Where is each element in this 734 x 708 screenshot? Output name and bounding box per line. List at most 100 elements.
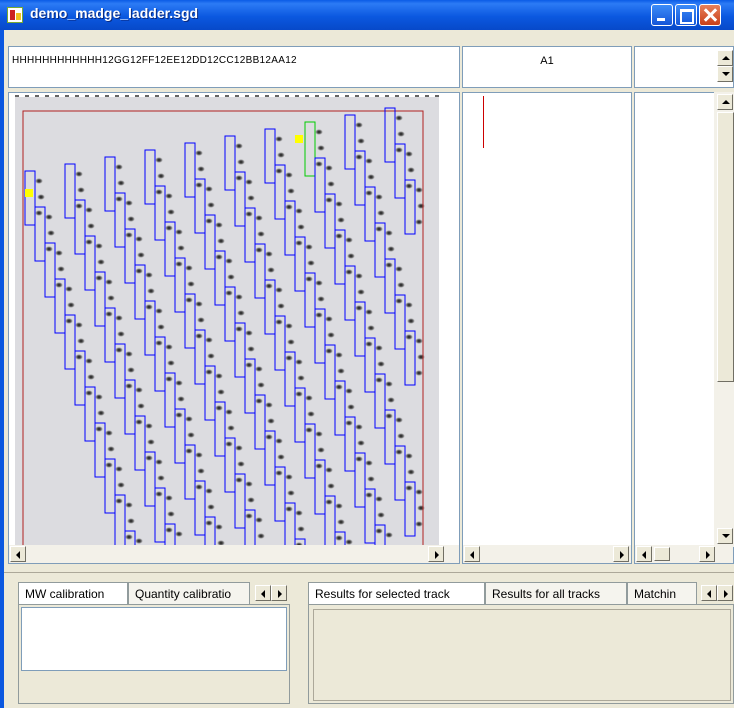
- gel-band: [335, 503, 343, 509]
- gel-band: [267, 418, 275, 424]
- tab-matching[interactable]: Matchin: [627, 582, 697, 605]
- gel-band: [267, 267, 275, 273]
- gel-band: [415, 338, 423, 344]
- scroll-left-icon[interactable]: [464, 546, 480, 562]
- gel-band: [355, 122, 363, 128]
- gel-band: [315, 431, 323, 437]
- gel-band: [325, 165, 333, 171]
- gel-band: [107, 446, 115, 452]
- gel-band: [237, 159, 245, 165]
- gel-band: [105, 430, 113, 436]
- gel-band: [265, 251, 273, 257]
- scroll-up-icon[interactable]: [717, 94, 733, 110]
- gel-band: [125, 200, 133, 206]
- gel-band: [157, 475, 165, 481]
- gel-band: [255, 215, 263, 221]
- gel-band: [117, 331, 125, 337]
- gel-band: [405, 302, 413, 308]
- scroll-down-icon[interactable]: [717, 528, 733, 544]
- gel-band: [255, 366, 263, 372]
- tab-scroll-right-icon[interactable]: [717, 585, 733, 601]
- tab-quantity-calibration[interactable]: Quantity calibratio: [128, 582, 250, 605]
- gel-band: [165, 193, 173, 199]
- gel-band: [125, 534, 133, 540]
- gel-band: [385, 413, 393, 419]
- gel-band: [85, 390, 93, 396]
- gel-band: [125, 351, 133, 357]
- gel-band: [335, 233, 343, 239]
- gel-band: [257, 533, 265, 539]
- gel-band: [365, 309, 373, 315]
- scroll-up-icon[interactable]: [717, 50, 733, 66]
- app-icon[interactable]: [7, 7, 23, 23]
- tab-mw-calibration[interactable]: MW calibration: [18, 582, 128, 605]
- gel-band: [225, 409, 233, 415]
- minimize-icon[interactable]: [651, 4, 673, 26]
- splitter[interactable]: [4, 572, 734, 573]
- gel-band: [295, 391, 303, 397]
- gel-band: [115, 315, 123, 321]
- gel-band: [215, 373, 223, 379]
- trace-hscroll[interactable]: [463, 545, 631, 563]
- tab-label: Results for all tracks: [492, 587, 601, 601]
- scroll-right-icon[interactable]: [699, 546, 715, 562]
- gel-band: [165, 225, 173, 231]
- gel-band: [237, 461, 245, 467]
- gel-band: [195, 333, 203, 339]
- tab-scroll-left-icon[interactable]: [701, 585, 717, 601]
- gel-band: [395, 449, 403, 455]
- gel-band: [75, 171, 83, 177]
- gel-band: [145, 304, 153, 310]
- mw-calibration-list[interactable]: [21, 607, 287, 671]
- tab-scroll-left-icon[interactable]: [255, 585, 271, 601]
- gel-image[interactable]: [9, 93, 460, 564]
- scroll-down-icon[interactable]: [717, 66, 733, 82]
- gel-band: [195, 150, 203, 156]
- gel-band: [95, 275, 103, 281]
- maximize-icon[interactable]: [675, 4, 697, 26]
- gel-band: [155, 189, 163, 195]
- gel-band: [265, 283, 273, 289]
- hscroll-thumb[interactable]: [654, 547, 670, 561]
- scroll-left-icon[interactable]: [636, 546, 652, 562]
- tab-label: Matchin: [634, 587, 677, 601]
- gel-band: [335, 384, 343, 390]
- gel-band: [135, 268, 143, 274]
- gel-band: [65, 286, 73, 292]
- vscroll-thumb[interactable]: [717, 112, 734, 382]
- gel-band: [345, 388, 353, 394]
- gel-band: [397, 433, 405, 439]
- gel-band: [415, 489, 423, 495]
- scroll-right-icon[interactable]: [613, 546, 629, 562]
- gel-band: [205, 520, 213, 526]
- gel-image-pane[interactable]: [8, 92, 460, 564]
- tab-results-selected-track[interactable]: Results for selected track: [308, 582, 485, 605]
- gel-band: [127, 367, 135, 373]
- tab-scroll-right-icon[interactable]: [271, 585, 287, 601]
- mw-calibration-panel: [18, 604, 290, 704]
- gel-band: [87, 374, 95, 380]
- gel-band: [205, 218, 213, 224]
- tab-results-all-tracks[interactable]: Results for all tracks: [485, 582, 627, 605]
- lane-marker: [295, 135, 303, 143]
- gel-hscroll[interactable]: [9, 545, 459, 563]
- gel-band: [305, 244, 313, 250]
- gel-band: [245, 179, 253, 185]
- gel-band: [187, 432, 195, 438]
- gel-band: [275, 319, 283, 325]
- gel-band: [265, 434, 273, 440]
- gel-band: [35, 210, 43, 216]
- gel-band: [255, 398, 263, 404]
- scroll-right-icon[interactable]: [428, 546, 444, 562]
- gel-band: [407, 318, 415, 324]
- lane-marker: [25, 189, 33, 197]
- densitometry-trace-pane[interactable]: [462, 92, 632, 564]
- gel-band: [357, 138, 365, 144]
- gel-band: [185, 448, 193, 454]
- scroll-left-icon[interactable]: [10, 546, 26, 562]
- gel-band: [417, 203, 425, 209]
- gel-band: [355, 305, 363, 311]
- close-icon[interactable]: [699, 4, 721, 26]
- gel-band: [297, 224, 305, 230]
- gel-band: [217, 389, 225, 395]
